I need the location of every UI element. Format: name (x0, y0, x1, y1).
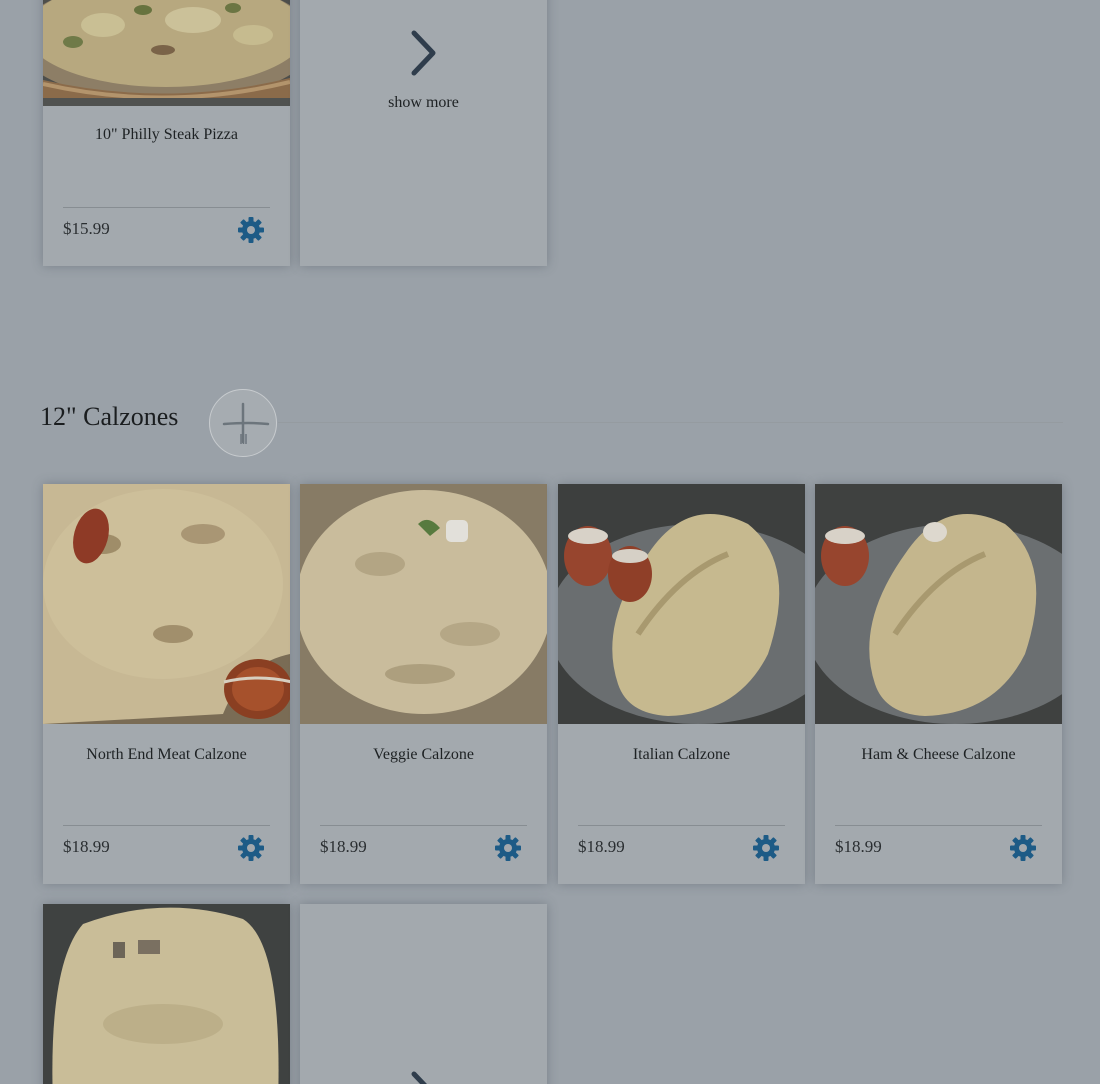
gear-icon[interactable] (236, 833, 266, 863)
item-name[interactable]: Veggie Calzone (300, 746, 547, 764)
philly-steak-pizza-photo[interactable] (43, 0, 290, 106)
divider (578, 825, 785, 826)
show-more-card[interactable] (300, 904, 547, 1084)
gear-icon[interactable] (1008, 833, 1038, 863)
fork-knife-icon (209, 389, 277, 457)
chevron-right-icon[interactable] (409, 1069, 439, 1084)
italian-calzone-photo[interactable] (558, 484, 805, 724)
divider (63, 825, 270, 826)
north-end-meat-calzone-photo[interactable] (43, 484, 290, 724)
divider (320, 825, 527, 826)
item-price: $18.99 (320, 837, 367, 856)
section-title: 12" Calzones (40, 402, 179, 431)
gear-icon[interactable] (751, 833, 781, 863)
veggie-calzone-photo[interactable] (300, 484, 547, 724)
item-name[interactable]: Ham & Cheese Calzone (815, 746, 1062, 764)
chevron-right-icon[interactable] (409, 28, 439, 83)
section-divider (278, 422, 1063, 423)
gear-icon[interactable] (236, 215, 266, 245)
menu-item-card[interactable]: Ham & Cheese Calzone $18.99 (815, 484, 1062, 884)
item-price: $15.99 (63, 219, 110, 238)
item-price: $18.99 (63, 837, 110, 856)
item-name[interactable]: Italian Calzone (558, 746, 805, 764)
item-price: $18.99 (578, 837, 625, 856)
divider (835, 825, 1042, 826)
menu-item-card[interactable]: Veggie Calzone $18.99 (300, 484, 547, 884)
item-name[interactable]: North End Meat Calzone (43, 746, 290, 764)
menu-item-card[interactable] (43, 904, 290, 1084)
item-name[interactable]: 10" Philly Steak Pizza (43, 126, 290, 144)
menu-item-card[interactable]: Italian Calzone $18.99 (558, 484, 805, 884)
item-price: $18.99 (835, 837, 882, 856)
menu-item-card[interactable]: 10" Philly Steak Pizza $15.99 (43, 0, 290, 266)
gear-icon[interactable] (493, 833, 523, 863)
menu-item-card[interactable]: North End Meat Calzone $18.99 (43, 484, 290, 884)
calzone-photo[interactable] (43, 904, 290, 1084)
show-more-card[interactable]: show more (300, 0, 547, 266)
show-more-link[interactable]: show more (300, 94, 547, 112)
ham-cheese-calzone-photo[interactable] (815, 484, 1062, 724)
menu-page: 10" Philly Steak Pizza $15.99 show more (0, 0, 1100, 1084)
divider (63, 207, 270, 208)
